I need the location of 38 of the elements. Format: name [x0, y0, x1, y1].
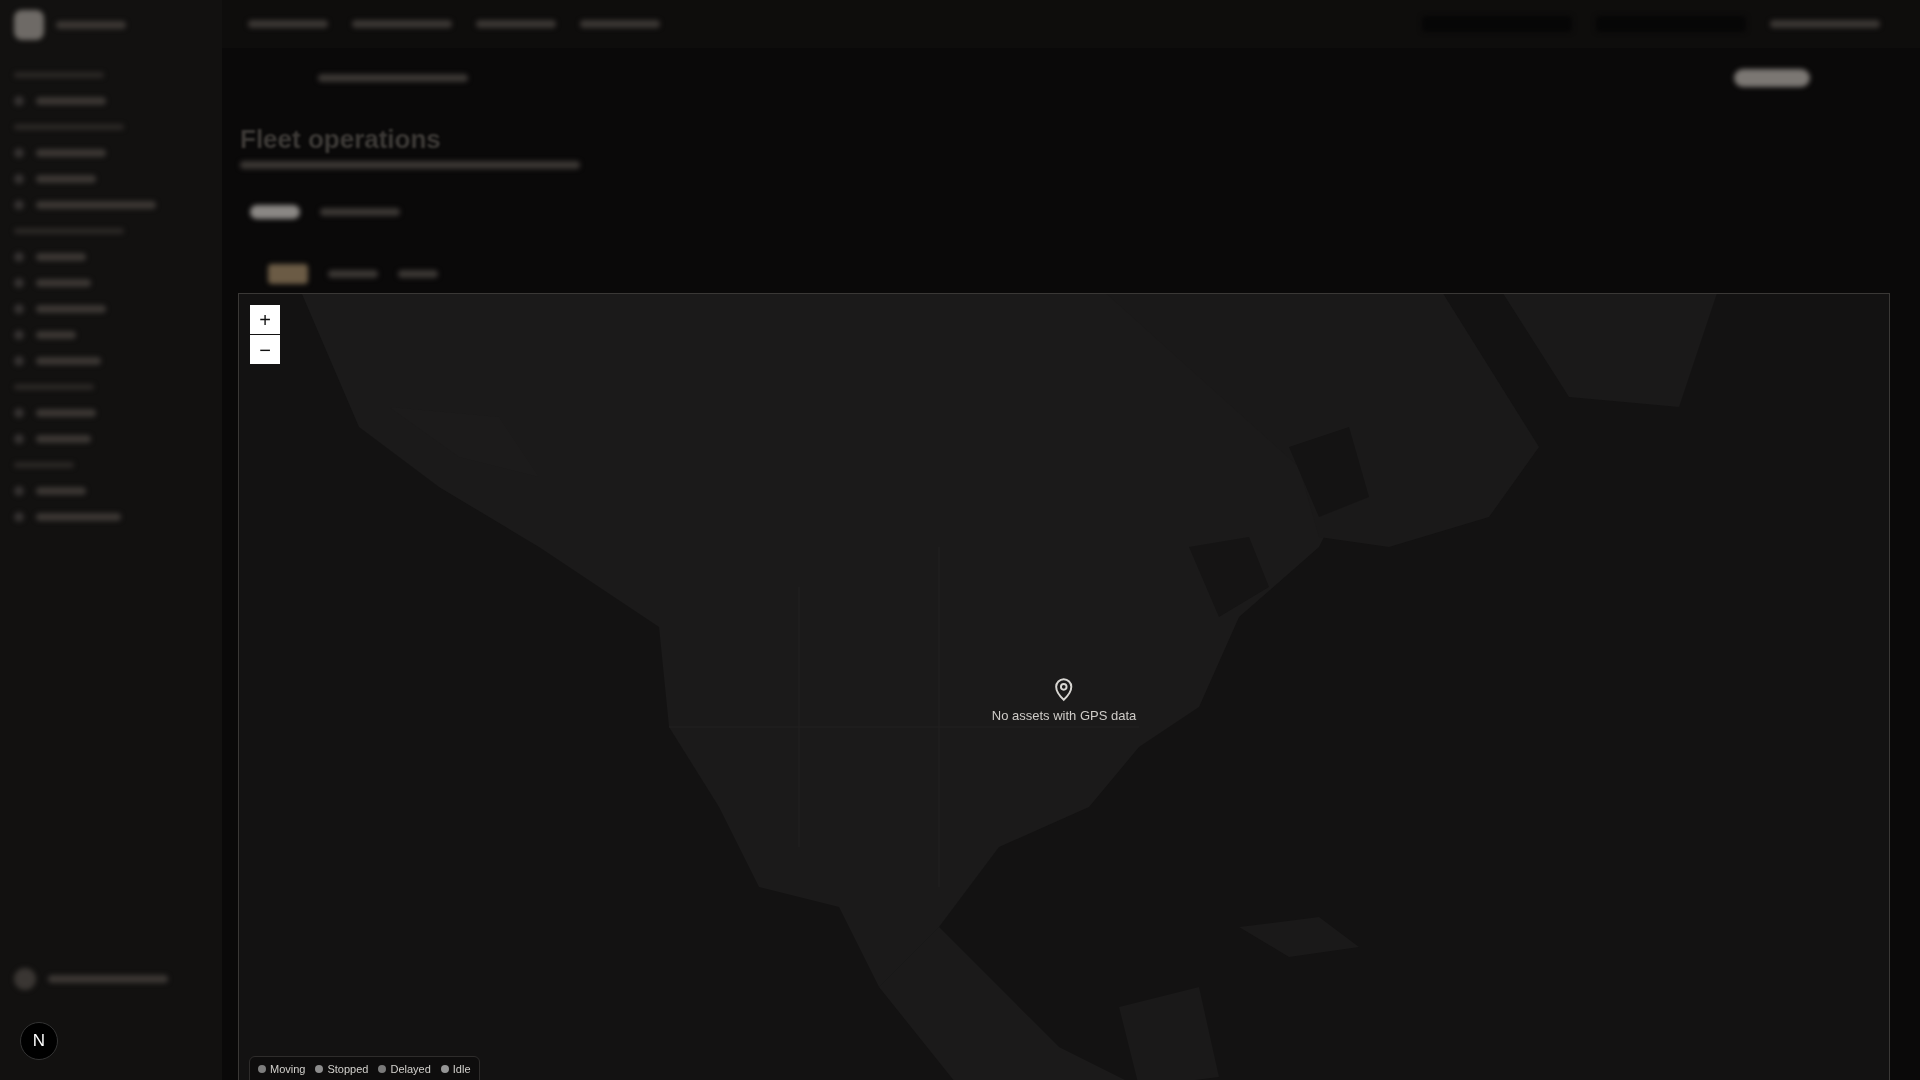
blurred-tab[interactable]	[268, 264, 308, 284]
blurred-label	[36, 487, 86, 495]
blurred-icon	[14, 252, 24, 262]
blurred-icon	[14, 356, 24, 366]
blurred-label	[398, 270, 438, 278]
zoom-in-button[interactable]: +	[250, 305, 280, 334]
blurred-icon	[14, 330, 24, 340]
blurred-icon	[14, 408, 24, 418]
blurred-label	[36, 409, 96, 417]
blurred-icon	[14, 512, 24, 522]
blurred-button[interactable]	[250, 205, 300, 219]
blurred-label	[36, 253, 86, 261]
legend-label: Idle	[452, 1063, 471, 1075]
blurred-icon	[14, 200, 24, 210]
empty-message: No assets with GPS data	[991, 708, 1137, 723]
blurred-button[interactable]	[1734, 69, 1810, 87]
blurred-icon	[14, 486, 24, 496]
blurred-icon	[14, 304, 24, 314]
blurred-label	[36, 357, 101, 365]
blurred-icon	[14, 148, 24, 158]
legend-label: Delayed	[390, 1063, 431, 1075]
blurred-label	[36, 279, 91, 287]
zoom-out-button[interactable]: −	[250, 335, 280, 364]
blurred-label	[36, 97, 106, 105]
letter-badge[interactable]: N	[20, 1022, 58, 1060]
blurred-icon	[14, 278, 24, 288]
blurred-icon	[14, 174, 24, 184]
blurred-label	[328, 270, 378, 278]
blurred-label	[36, 435, 91, 443]
legend-label: Moving	[270, 1063, 306, 1075]
blurred-icon	[14, 434, 24, 444]
blurred-label	[36, 149, 106, 157]
blurred-label	[36, 305, 106, 313]
blurred-label	[56, 21, 126, 29]
blurred-label	[36, 175, 96, 183]
blurred-label	[36, 331, 76, 339]
legend-label: Stopped	[327, 1063, 369, 1075]
blurred-icon	[14, 96, 24, 106]
